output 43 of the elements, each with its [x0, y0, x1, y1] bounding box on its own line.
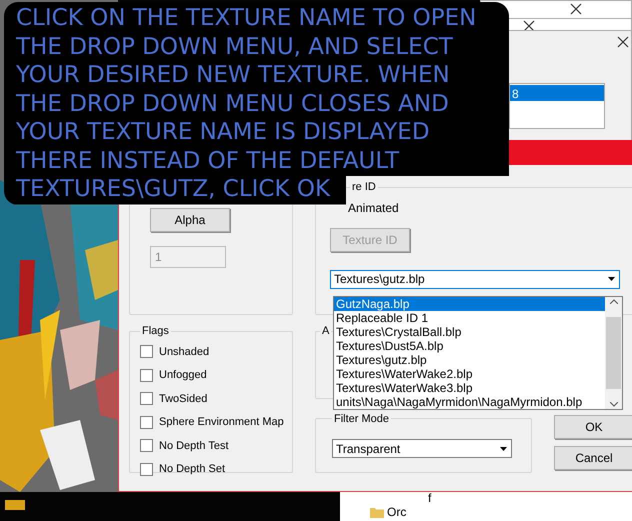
tree-item[interactable]: Orc [387, 503, 406, 521]
group-label: Flags [141, 324, 170, 339]
checkbox[interactable] [140, 345, 153, 358]
checkbox[interactable] [140, 439, 153, 452]
checkbox[interactable] [140, 462, 153, 476]
close-icon[interactable] [570, 3, 582, 15]
dropdown-option[interactable]: Textures\CrystalBall.blp [334, 325, 605, 339]
push-button[interactable]: Cancel [554, 446, 632, 470]
scrollbar[interactable] [605, 297, 622, 409]
checkbox-label: TwoSided [159, 392, 208, 406]
checkbox-label: No Depth Test [159, 438, 229, 454]
checkbox[interactable] [140, 368, 153, 382]
close-icon[interactable] [523, 20, 535, 32]
group-label: Filter Mode [333, 412, 390, 427]
group-label: A [321, 324, 330, 339]
checkbox-label: Animated [348, 200, 399, 216]
checkbox[interactable] [140, 392, 153, 406]
dropdown-option[interactable]: Textures\WaterWake3.blp [334, 381, 605, 395]
dropdown-option[interactable]: GutzNaga.blp [334, 297, 605, 311]
checkbox[interactable] [140, 416, 153, 429]
scroll-down-icon[interactable] [610, 402, 618, 407]
checkbox-label: Unshaded [159, 344, 210, 360]
close-icon[interactable] [617, 36, 629, 48]
tree-item[interactable]: f [370, 492, 632, 505]
scroll-thumb[interactable] [606, 317, 621, 389]
folder-icon [370, 506, 384, 518]
scroll-up-icon[interactable] [610, 299, 618, 304]
dropdown-option[interactable]: units\Naga\NagaMyrmidon\NagaMyrmidon.blp [334, 395, 605, 409]
list-row[interactable]: 8 [510, 85, 604, 101]
checkbox-label: Sphere Environment Map [159, 415, 284, 430]
filter-dropdown[interactable]: Transparent [332, 439, 512, 458]
caret-icon [608, 277, 615, 281]
dropdown-option[interactable]: Textures\Dust5A.blp [334, 339, 605, 353]
texture-dropdown[interactable]: Textures\gutz.blp [330, 270, 620, 288]
dropdown-option[interactable]: Textures\gutz.blp [334, 353, 605, 367]
group-label: re ID [351, 180, 377, 195]
checkbox-label: Unfogged [159, 368, 207, 383]
checkbox-label: No Depth Set [159, 462, 226, 477]
caret-icon [500, 446, 507, 451]
push-button[interactable]: Alpha [150, 208, 230, 232]
dropdown-option[interactable]: Replaceable ID 1 [334, 311, 605, 325]
push-button[interactable]: OK [554, 415, 632, 439]
dropdown-option[interactable]: Textures\WaterWake2.blp [334, 367, 605, 381]
